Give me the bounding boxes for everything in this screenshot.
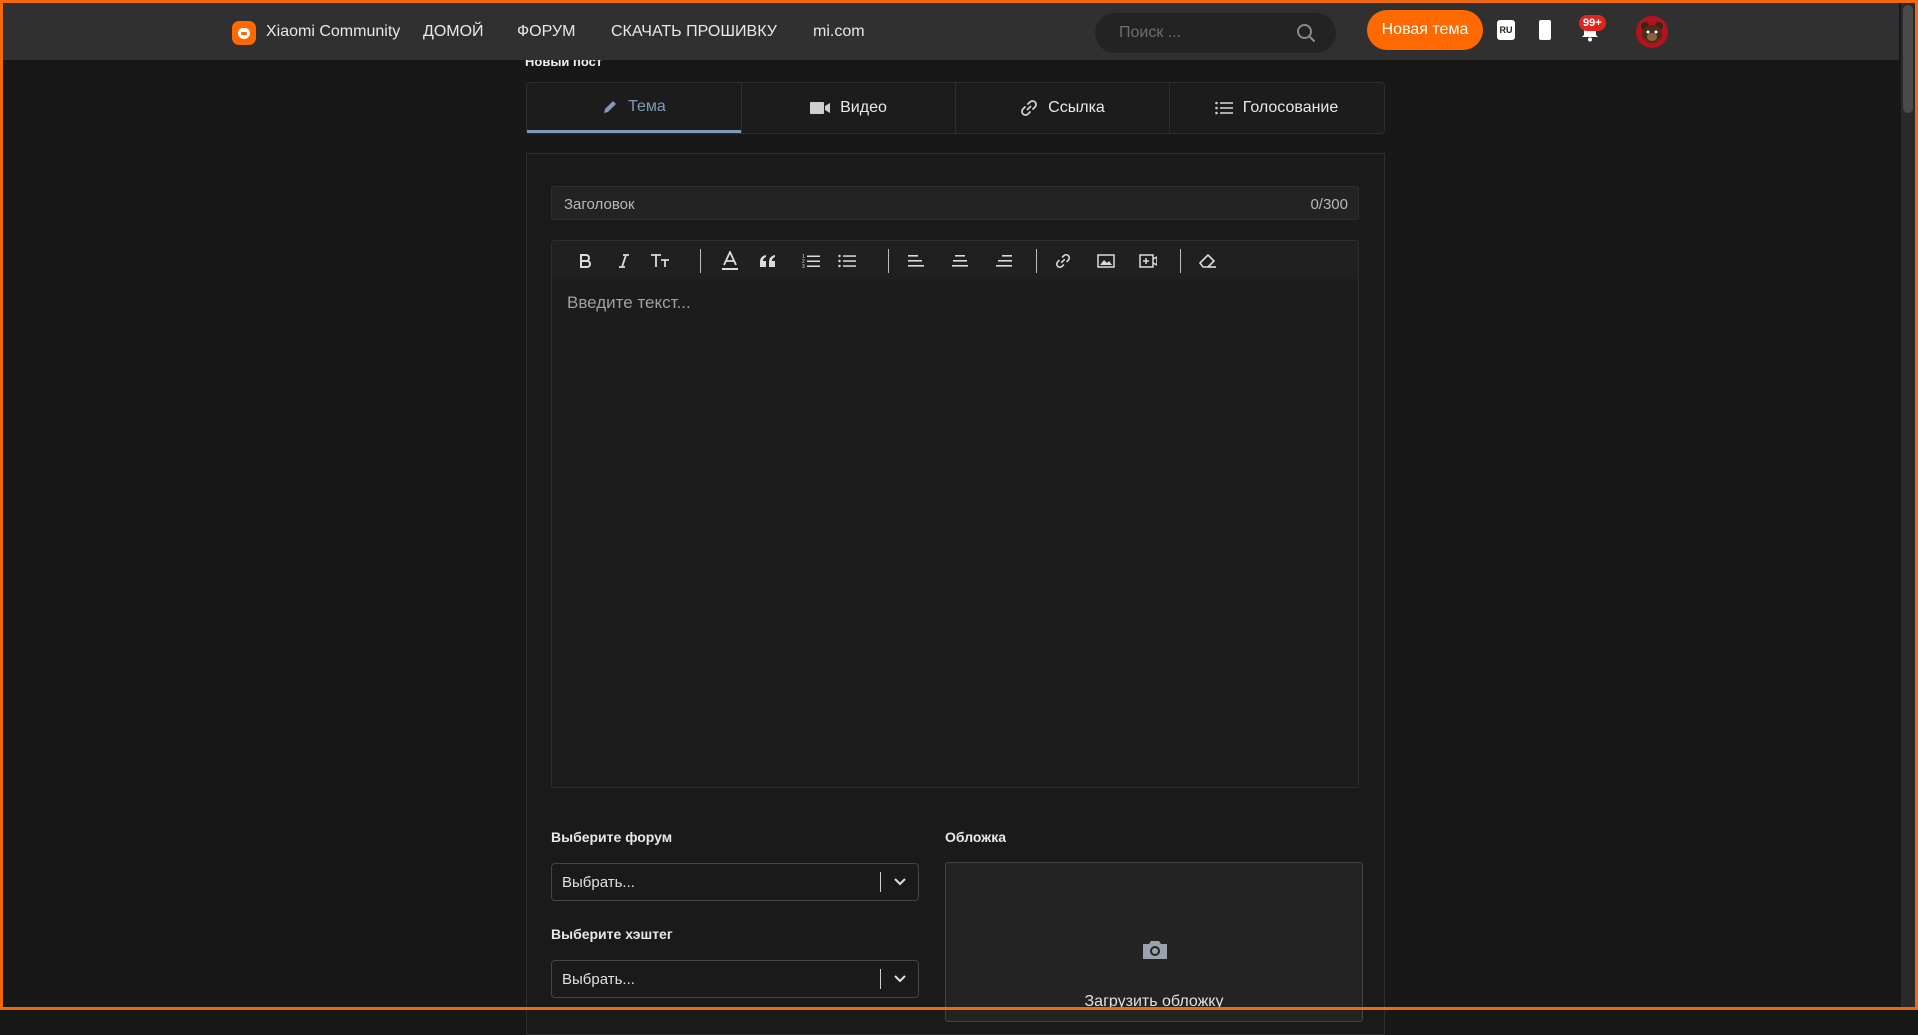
- nav-mi-com[interactable]: mi.com: [813, 23, 865, 41]
- search-box[interactable]: Поиск ...: [1095, 13, 1336, 53]
- bear-avatar-icon: [1636, 16, 1668, 48]
- tab-link[interactable]: Ссылка: [955, 83, 1169, 133]
- hashtag-select-value: Выбрать...: [562, 971, 635, 988]
- xiaomi-logo-icon[interactable]: [232, 21, 256, 45]
- align-right-icon[interactable]: [993, 251, 1015, 271]
- post-form-card: Заголовок 0/300 123 Введите текст... Выб…: [526, 153, 1385, 1035]
- text-color-icon[interactable]: [719, 251, 741, 271]
- font-size-icon[interactable]: [649, 251, 671, 271]
- tab-topic[interactable]: Тема: [527, 83, 741, 133]
- forum-label: Выберите форум: [551, 829, 673, 845]
- brand-name[interactable]: Xiaomi Community: [266, 23, 400, 41]
- link-icon: [1021, 100, 1038, 116]
- title-input[interactable]: Заголовок 0/300: [551, 186, 1359, 220]
- tab-video-label: Видео: [840, 99, 887, 116]
- nav-forum[interactable]: ФОРУМ: [517, 23, 575, 41]
- hashtag-select[interactable]: Выбрать...: [551, 960, 919, 998]
- scrollbar-thumb[interactable]: [1903, 5, 1913, 113]
- phone-icon[interactable]: [1538, 19, 1552, 41]
- user-avatar[interactable]: [1636, 16, 1668, 48]
- title-char-counter: 0/300: [1310, 196, 1348, 213]
- tab-topic-label: Тема: [628, 97, 666, 115]
- nav-download-firmware[interactable]: СКАЧАТЬ ПРОШИВКУ: [611, 23, 777, 41]
- tab-video[interactable]: Видео: [741, 83, 955, 133]
- new-topic-button[interactable]: Новая тема: [1367, 10, 1483, 50]
- eraser-icon[interactable]: [1197, 251, 1219, 271]
- forum-select-value: Выбрать...: [562, 874, 635, 891]
- hashtag-label: Выберите хэштег: [551, 926, 673, 942]
- post-type-tabs: Тема Видео Ссылка Голосование: [526, 82, 1385, 134]
- page-scrollbar[interactable]: [1901, 3, 1915, 1007]
- nav-home[interactable]: ДОМОЙ: [423, 23, 484, 41]
- list-icon: [1214, 101, 1233, 115]
- notification-badge: 99+: [1579, 15, 1606, 31]
- italic-icon[interactable]: [613, 251, 635, 271]
- image-icon[interactable]: [1095, 251, 1117, 271]
- editor-toolbar: 123: [552, 241, 1358, 279]
- cover-upload-label: Загрузить обложку: [1084, 993, 1224, 1010]
- rich-text-editor[interactable]: 123 Введите текст...: [551, 240, 1359, 788]
- tab-poll[interactable]: Голосование: [1169, 83, 1383, 133]
- search-icon[interactable]: [1296, 23, 1316, 43]
- svg-text:3: 3: [802, 264, 805, 268]
- select-divider: [880, 872, 881, 892]
- tab-poll-label: Голосование: [1242, 99, 1339, 116]
- cover-upload-area[interactable]: Загрузить обложку: [945, 862, 1363, 1022]
- quote-icon[interactable]: [757, 251, 779, 271]
- video-insert-icon[interactable]: [1137, 251, 1159, 271]
- camera-icon: [1143, 941, 1167, 959]
- bold-icon[interactable]: [574, 251, 596, 271]
- align-left-icon[interactable]: [905, 251, 927, 271]
- cover-label: Обложка: [945, 829, 1006, 845]
- chevron-down-icon[interactable]: [893, 972, 907, 986]
- forum-select[interactable]: Выбрать...: [551, 863, 919, 901]
- tab-link-label: Ссылка: [1048, 99, 1105, 116]
- language-switch[interactable]: RU: [1497, 20, 1515, 40]
- toolbar-separator: [700, 249, 701, 273]
- search-input[interactable]: Поиск ...: [1119, 24, 1181, 42]
- chevron-down-icon[interactable]: [893, 875, 907, 889]
- select-divider: [880, 969, 881, 989]
- insert-link-icon[interactable]: [1052, 251, 1074, 271]
- top-header: Xiaomi Community ДОМОЙ ФОРУМ СКАЧАТЬ ПРО…: [3, 3, 1899, 60]
- pencil-icon: [604, 100, 617, 113]
- title-placeholder: Заголовок: [564, 196, 635, 213]
- toolbar-separator: [888, 249, 889, 273]
- video-icon: [810, 102, 831, 114]
- editor-placeholder: Введите текст...: [567, 293, 691, 312]
- toolbar-separator: [1180, 249, 1181, 273]
- align-center-icon[interactable]: [949, 251, 971, 271]
- bullet-list-icon[interactable]: [836, 251, 858, 271]
- ordered-list-icon[interactable]: 123: [800, 251, 822, 271]
- toolbar-separator: [1036, 249, 1037, 273]
